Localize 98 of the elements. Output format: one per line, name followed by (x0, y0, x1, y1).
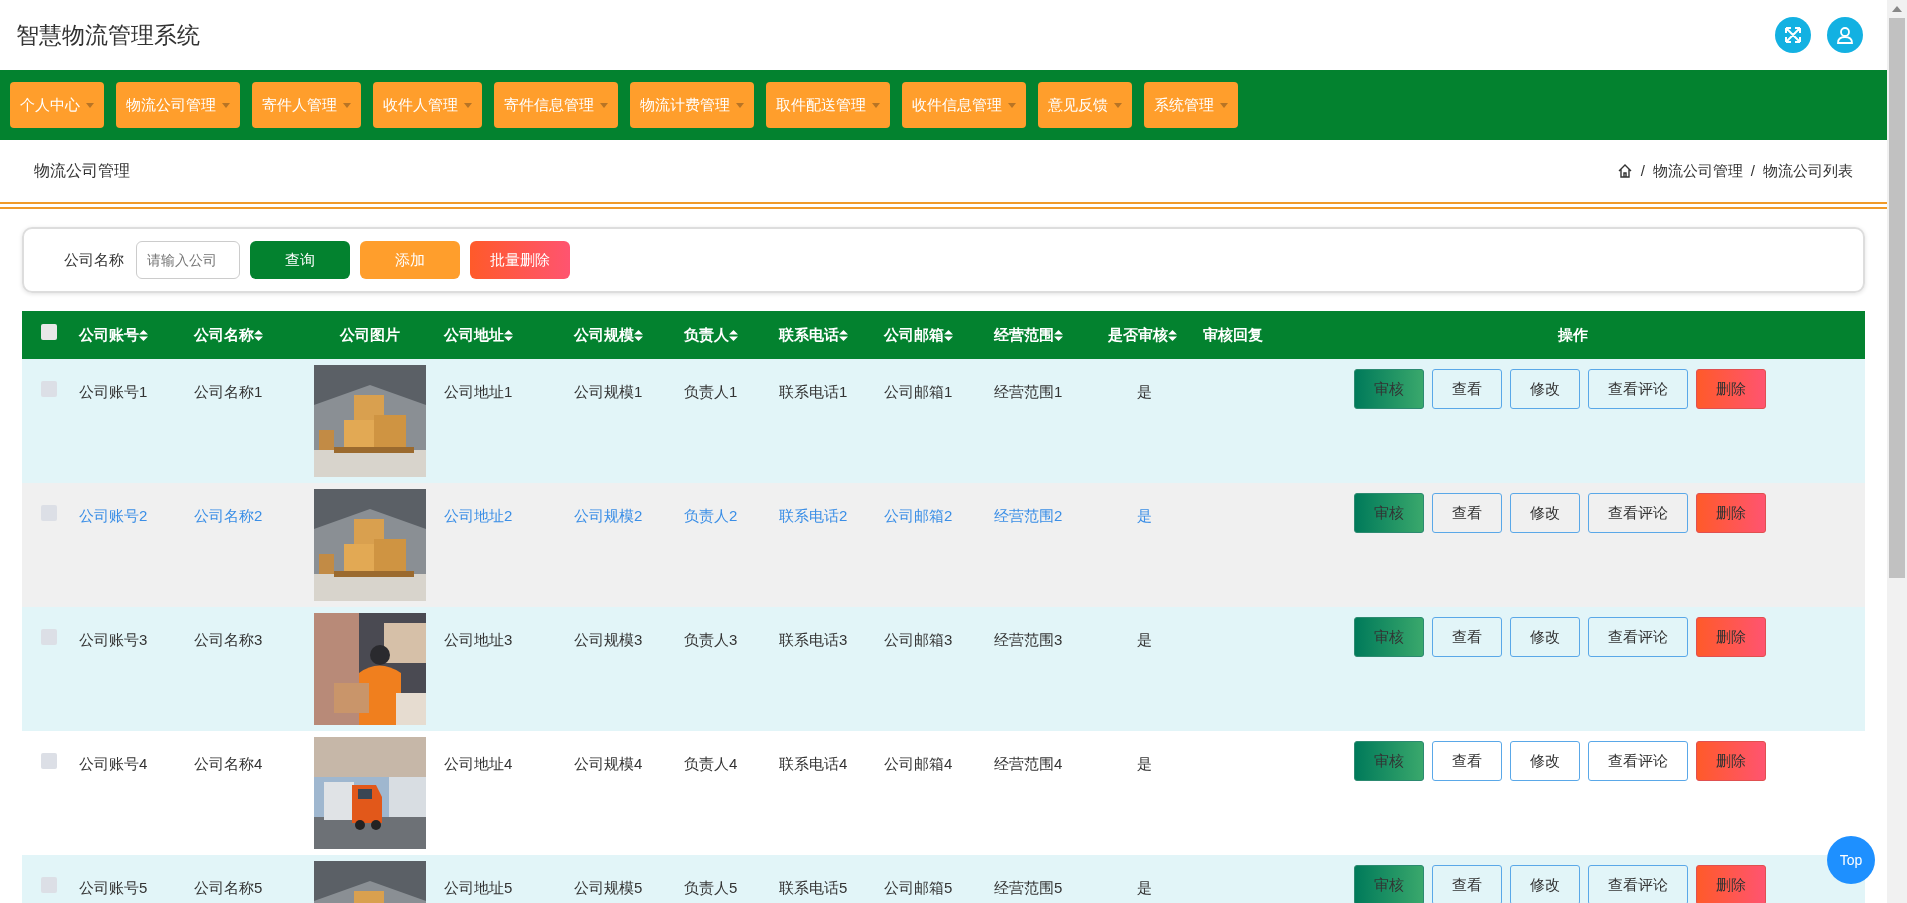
view-button[interactable]: 查看 (1432, 617, 1502, 657)
table-cell: 联系电话2 (779, 507, 848, 524)
scrollbar[interactable] (1887, 0, 1907, 903)
view-button[interactable]: 查看 (1432, 865, 1502, 903)
select-all-checkbox[interactable] (40, 323, 57, 340)
table-cell: 是 (1136, 383, 1152, 400)
user-icon[interactable] (1827, 17, 1863, 53)
view-comments-button[interactable]: 查看评论 (1588, 741, 1688, 781)
table-cell: 公司账号1 (79, 383, 148, 400)
view-button[interactable]: 查看 (1432, 493, 1502, 533)
edit-button[interactable]: 修改 (1510, 369, 1580, 409)
delete-button[interactable]: 删除 (1696, 865, 1766, 903)
table-cell: 公司规模4 (574, 755, 643, 772)
table-cell: 联系电话3 (779, 631, 848, 648)
table-cell: 负责人4 (684, 755, 738, 772)
table-cell: 公司账号3 (79, 631, 148, 648)
review-button[interactable]: 审核 (1354, 493, 1424, 533)
table-cell: 联系电话1 (779, 383, 848, 400)
table-cell: 公司名称1 (194, 383, 263, 400)
column-header: 操作 (1557, 324, 1588, 345)
sort-icon[interactable] (944, 329, 953, 341)
table-cell: 是 (1136, 631, 1152, 648)
table-cell: 负责人3 (684, 631, 738, 648)
home-icon[interactable] (1616, 163, 1633, 179)
breadcrumb-separator: / (1750, 160, 1755, 181)
table-cell: 是 (1136, 507, 1152, 524)
sort-icon[interactable] (504, 329, 513, 341)
table-cell: 负责人2 (684, 507, 738, 524)
company-name-field[interactable]: 请输入公司 (136, 241, 240, 279)
delete-button[interactable]: 删除 (1696, 369, 1766, 409)
delete-button[interactable]: 删除 (1696, 741, 1766, 781)
table-cell: 公司名称3 (194, 631, 263, 648)
delete-button[interactable]: 删除 (1696, 617, 1766, 657)
table-cell: 公司地址3 (444, 631, 513, 648)
table-cell: 联系电话4 (779, 755, 848, 772)
sort-icon[interactable] (254, 329, 263, 341)
edit-button[interactable]: 修改 (1510, 741, 1580, 781)
review-button[interactable]: 审核 (1354, 617, 1424, 657)
table-cell: 公司邮箱1 (884, 383, 953, 400)
review-button[interactable]: 审核 (1354, 741, 1424, 781)
column-header: 公司图片 (340, 324, 400, 345)
sort-icon[interactable] (1168, 329, 1177, 341)
view-comments-button[interactable]: 查看评论 (1588, 493, 1688, 533)
table-cell: 经营范围4 (994, 755, 1063, 772)
table-cell: 经营范围3 (994, 631, 1063, 648)
table-cell: 公司名称2 (194, 507, 263, 524)
sort-icon[interactable] (139, 329, 148, 341)
table-cell: 公司地址5 (444, 879, 513, 896)
breadcrumb-separator: / (1640, 160, 1645, 181)
table-cell: 是 (1136, 879, 1152, 896)
table-cell: 负责人5 (684, 879, 738, 896)
batch-delete-button[interactable]: 批量删除 (470, 241, 570, 279)
breadcrumb-link[interactable]: 物流公司管理 (1652, 159, 1743, 183)
table-cell: 公司地址1 (444, 383, 513, 400)
table-cell: 公司账号2 (79, 507, 148, 524)
table-cell: 负责人1 (684, 383, 738, 400)
search-button[interactable]: 查询 (250, 241, 350, 279)
view-comments-button[interactable]: 查看评论 (1588, 865, 1688, 903)
table-cell: 公司规模5 (574, 879, 643, 896)
table-cell: 公司名称4 (194, 755, 263, 772)
table-cell: 公司邮箱3 (884, 631, 953, 648)
edit-button[interactable]: 修改 (1510, 493, 1580, 533)
view-comments-button[interactable]: 查看评论 (1588, 369, 1688, 409)
review-button[interactable]: 审核 (1354, 369, 1424, 409)
column-header: 审核回复 (1202, 324, 1263, 345)
table-cell: 公司邮箱4 (884, 755, 953, 772)
row-checkbox[interactable] (40, 753, 57, 769)
view-button[interactable]: 查看 (1432, 741, 1502, 781)
table-cell: 公司名称5 (194, 879, 263, 896)
review-button[interactable]: 审核 (1354, 865, 1424, 903)
edit-button[interactable]: 修改 (1510, 617, 1580, 657)
table-cell: 经营范围2 (994, 507, 1063, 524)
sort-icon[interactable] (839, 329, 848, 341)
table-cell: 公司规模2 (574, 507, 643, 524)
table-cell: 公司邮箱5 (884, 879, 953, 896)
app-title: 智慧物流管理系统 (16, 20, 200, 50)
view-comments-button[interactable]: 查看评论 (1588, 617, 1688, 657)
table-cell: 是 (1136, 755, 1152, 772)
table-cell: 经营范围5 (994, 879, 1063, 896)
field-label: 公司名称 (64, 249, 124, 270)
view-button[interactable]: 查看 (1432, 369, 1502, 409)
table-cell: 公司账号4 (79, 755, 148, 772)
table-cell: 公司规模3 (574, 631, 643, 648)
sort-icon[interactable] (1054, 329, 1063, 341)
fullscreen-icon[interactable] (1775, 17, 1811, 53)
sort-icon[interactable] (634, 329, 643, 341)
edit-button[interactable]: 修改 (1510, 865, 1580, 903)
sort-icon[interactable] (729, 329, 738, 341)
delete-button[interactable]: 删除 (1696, 493, 1766, 533)
table-cell: 公司规模1 (574, 383, 643, 400)
breadcrumb-current: 物流公司列表 (1763, 160, 1853, 181)
page-title: 物流公司管理 (34, 161, 130, 181)
table-cell: 联系电话5 (779, 879, 848, 896)
table-cell: 公司账号5 (79, 879, 148, 896)
table-cell: 公司地址4 (444, 755, 513, 772)
table-cell: 经营范围1 (994, 383, 1063, 400)
table-cell: 公司邮箱2 (884, 507, 953, 524)
table-cell: 公司地址2 (444, 507, 513, 524)
